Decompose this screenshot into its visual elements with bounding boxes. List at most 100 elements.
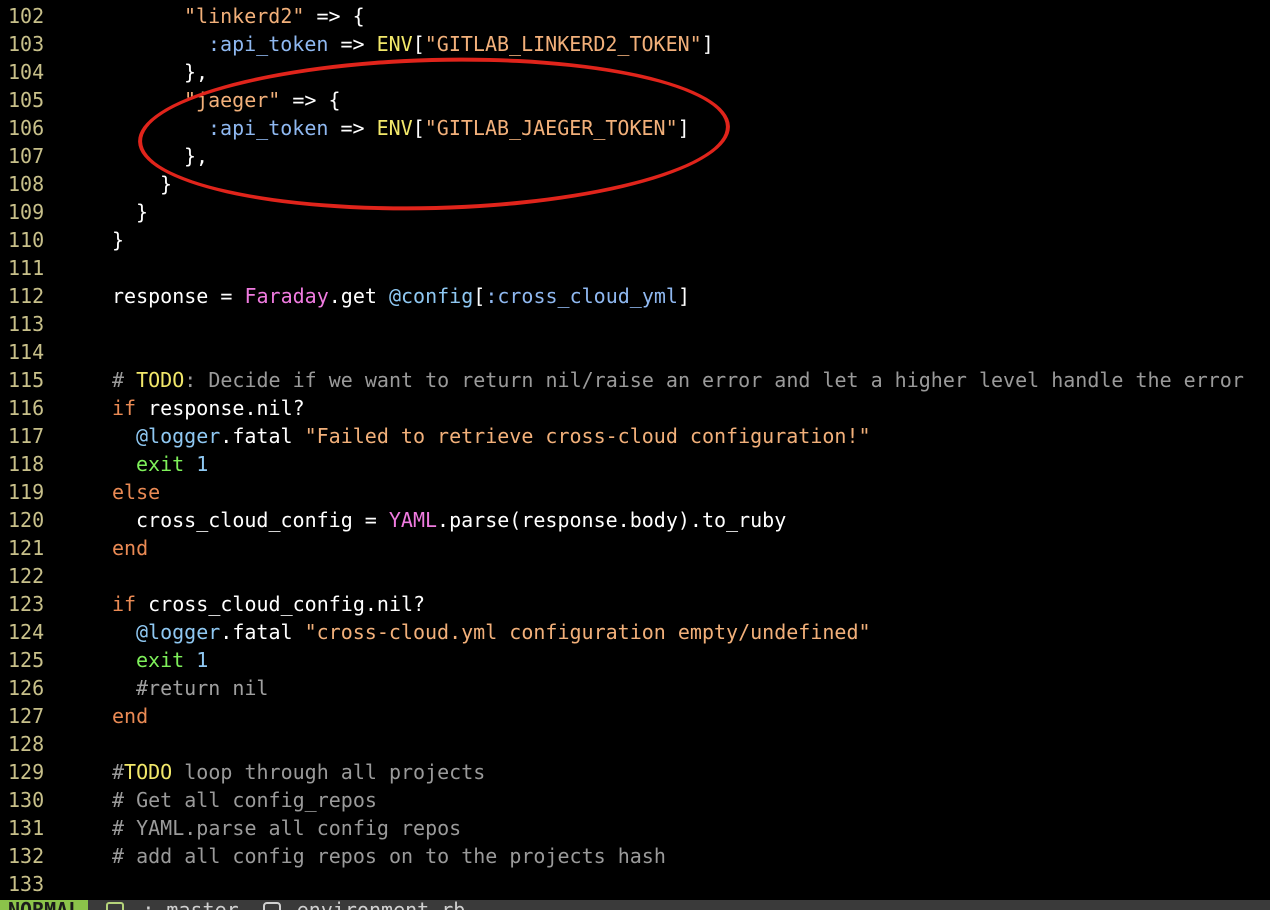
code-line[interactable]: 127 end bbox=[0, 702, 148, 730]
code-line[interactable]: 129 #TODO loop through all projects bbox=[0, 758, 485, 786]
code-line[interactable]: 132 # add all config repos on to the proj… bbox=[0, 842, 666, 870]
code-token: 1 bbox=[196, 452, 209, 476]
line-number: 105 bbox=[8, 88, 45, 112]
line-number: 106 bbox=[8, 116, 45, 140]
line-number: 116 bbox=[8, 396, 45, 420]
code-line[interactable]: 125 exit 1 bbox=[0, 646, 208, 674]
code-token: "GITLAB_LINKERD2_TOKEN" bbox=[424, 32, 702, 56]
code-token: @logger bbox=[136, 424, 221, 448]
code-token: :cross_cloud_yml bbox=[485, 284, 678, 308]
code-token: YAML bbox=[388, 508, 438, 532]
line-code: @logger.fatal "cross-cloud.yml configura… bbox=[54, 618, 871, 646]
code-token: "jaeger" bbox=[184, 88, 281, 112]
code-token: "Failed to retrieve cross-cloud configur… bbox=[304, 424, 871, 448]
line-code: } bbox=[54, 226, 124, 254]
line-code: "jaeger" => { bbox=[54, 86, 341, 114]
code-line[interactable]: 102 "linkerd2" => { bbox=[0, 2, 365, 30]
line-number: 103 bbox=[8, 32, 45, 56]
line-code: # TODO: Decide if we want to return nil/… bbox=[54, 366, 1244, 394]
line-number: 119 bbox=[8, 480, 45, 504]
code-token: ENV bbox=[376, 116, 413, 140]
branch-name: : master bbox=[142, 900, 238, 910]
code-token: .parse(response.body).to_ruby bbox=[437, 508, 787, 532]
line-number: 121 bbox=[8, 536, 45, 560]
code-token: @logger bbox=[136, 620, 221, 644]
line-code: }, bbox=[54, 142, 208, 170]
mode-indicator: NORMAL bbox=[0, 900, 89, 910]
code-line[interactable]: 108} bbox=[0, 170, 172, 198]
code-line[interactable]: 103:api_token => ENV["GITLAB_LINKERD2_TO… bbox=[0, 30, 714, 58]
line-code: # YAML.parse all config repos bbox=[54, 814, 461, 842]
code-line[interactable]: 111 bbox=[0, 254, 112, 282]
code-token: => bbox=[328, 116, 377, 140]
line-code: #TODO loop through all projects bbox=[54, 758, 485, 786]
line-code: exit 1 bbox=[54, 646, 208, 674]
code-token: }, bbox=[184, 144, 209, 168]
line-code: else bbox=[54, 478, 160, 506]
line-code: end bbox=[54, 702, 148, 730]
code-line[interactable]: 122 bbox=[0, 562, 112, 590]
code-line[interactable]: 126 #return nil bbox=[0, 674, 268, 702]
code-line[interactable]: 121 end bbox=[0, 534, 148, 562]
line-code: # Get all config_repos bbox=[54, 786, 377, 814]
code-line[interactable]: 116 if response.nil? bbox=[0, 394, 305, 422]
code-line[interactable]: 107}, bbox=[0, 142, 208, 170]
code-line[interactable]: 130 # Get all config_repos bbox=[0, 786, 377, 814]
code-editor[interactable]: 102 "linkerd2" => {103:api_token => ENV["… bbox=[0, 0, 1270, 910]
line-number: 109 bbox=[8, 200, 45, 224]
code-line[interactable]: 113 bbox=[0, 310, 112, 338]
code-token: # bbox=[112, 368, 137, 392]
code-line[interactable]: 106:api_token => ENV["GITLAB_JAEGER_TOKE… bbox=[0, 114, 690, 142]
code-token: ] bbox=[701, 32, 714, 56]
line-code: } bbox=[54, 198, 148, 226]
code-token: [ bbox=[412, 116, 425, 140]
code-token: [ bbox=[473, 284, 486, 308]
line-number: 129 bbox=[8, 760, 45, 784]
code-line[interactable]: 112 response = Faraday.get @config[:cross… bbox=[0, 282, 690, 310]
line-code: }, bbox=[54, 58, 208, 86]
code-line[interactable]: 128 bbox=[0, 730, 112, 758]
line-number: 108 bbox=[8, 172, 45, 196]
code-line[interactable]: 105 "jaeger" => { bbox=[0, 86, 341, 114]
code-token: # add all config repos on to the project… bbox=[112, 844, 666, 868]
code-token: : Decide if we want to return nil/raise … bbox=[184, 368, 1244, 392]
code-line[interactable]: 118 exit 1 bbox=[0, 450, 208, 478]
line-code: cross_cloud_config = YAML.parse(response… bbox=[54, 506, 786, 534]
code-line[interactable]: 117 @logger.fatal "Failed to retrieve cro… bbox=[0, 422, 871, 450]
line-number: 123 bbox=[8, 592, 45, 616]
code-token: end bbox=[112, 704, 149, 728]
code-line[interactable]: 124 @logger.fatal "cross-cloud.yml config… bbox=[0, 618, 871, 646]
line-number: 102 bbox=[8, 4, 45, 28]
code-token: .fatal bbox=[220, 620, 305, 644]
code-line[interactable]: 114 bbox=[0, 338, 112, 366]
line-code: end bbox=[54, 534, 148, 562]
code-line[interactable]: 109} bbox=[0, 198, 148, 226]
line-code: #return nil bbox=[54, 674, 268, 702]
code-token: "linkerd2" bbox=[184, 4, 305, 28]
line-number: 117 bbox=[8, 424, 45, 448]
code-line[interactable]: 131 # YAML.parse all config repos bbox=[0, 814, 461, 842]
code-token: ENV bbox=[376, 32, 413, 56]
code-line[interactable]: 110} bbox=[0, 226, 124, 254]
code-line[interactable]: 123 if cross_cloud_config.nil? bbox=[0, 590, 425, 618]
code-token: :api_token bbox=[208, 116, 329, 140]
code-line[interactable]: 133 bbox=[0, 870, 112, 898]
code-token: TODO bbox=[124, 760, 173, 784]
line-number: 126 bbox=[8, 676, 45, 700]
line-number: 120 bbox=[8, 508, 45, 532]
code-line[interactable]: 120 cross_cloud_config = YAML.parse(respo… bbox=[0, 506, 786, 534]
code-token: loop through all projects bbox=[172, 760, 486, 784]
line-number: 128 bbox=[8, 732, 45, 756]
code-token: .fatal bbox=[220, 424, 305, 448]
code-token: } bbox=[112, 228, 125, 252]
code-line[interactable]: 119 else bbox=[0, 478, 160, 506]
code-line[interactable]: 104}, bbox=[0, 58, 208, 86]
code-token: #return nil bbox=[136, 676, 269, 700]
line-number: 104 bbox=[8, 60, 45, 84]
code-line[interactable]: 115 # TODO: Decide if we want to return n… bbox=[0, 366, 1244, 394]
